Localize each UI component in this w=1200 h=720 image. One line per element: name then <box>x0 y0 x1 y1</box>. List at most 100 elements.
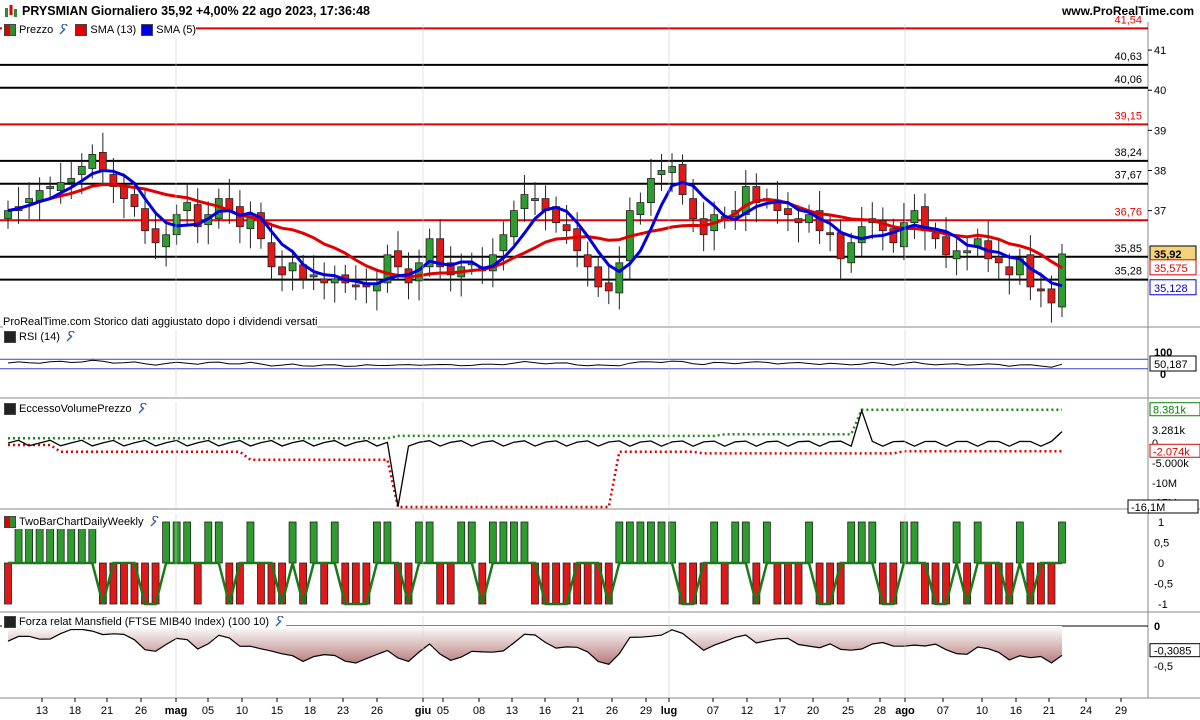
twobar-up-bar <box>615 521 624 564</box>
candle <box>604 282 613 292</box>
hline-label-8: 35,28 <box>1114 266 1142 278</box>
candle <box>952 250 961 260</box>
twobar-up-bar <box>710 521 719 564</box>
twobar-up-bar <box>425 521 434 564</box>
twobar-down-bar <box>784 562 792 605</box>
twobar-up-bar <box>1015 521 1024 564</box>
twobar-up-bar <box>467 521 476 564</box>
twobar-tick-4: -1 <box>1158 599 1168 611</box>
candle <box>963 250 972 254</box>
twobar-up-bar <box>847 521 856 564</box>
twobar-down-bar <box>193 562 202 605</box>
wrench-icon[interactable] <box>58 24 70 36</box>
x-tick-label: 13 <box>36 705 48 717</box>
price-badge-label-2: 35,128 <box>1154 283 1188 295</box>
twobar-up-bar <box>952 521 961 564</box>
hline-label-6: 36,76 <box>1114 206 1142 218</box>
candle <box>183 202 192 212</box>
rsi-value-label: 50,187 <box>1154 359 1188 371</box>
twobar-down-bar <box>436 562 445 605</box>
volume-legend: EccessoVolumePrezzo <box>2 402 149 416</box>
hline-label-7: 35,85 <box>1114 243 1142 255</box>
x-tick-label: 17 <box>774 705 786 717</box>
twobar-up-bar <box>731 521 740 564</box>
legend-sma5: SMA (5) <box>156 24 197 37</box>
wrench-icon[interactable] <box>137 403 149 415</box>
candle <box>35 190 44 201</box>
twobar-up-bar <box>900 521 908 564</box>
twobar-up-bar <box>910 521 919 564</box>
chart-canvas: 41,54 40,63 40,06 39,15 38,24 37,67 36,76 35,85… <box>0 14 1200 717</box>
twobar-down-bar <box>794 562 803 605</box>
sma13-swatch-icon <box>75 24 88 37</box>
candle <box>267 242 276 268</box>
candle <box>77 166 86 175</box>
twobar-down-bar <box>720 562 729 605</box>
x-tick-label: 28 <box>874 705 886 717</box>
price-tick-label: 37 <box>1154 206 1166 218</box>
twobar-tick-3: -0,5 <box>1154 579 1173 591</box>
wrench-icon[interactable] <box>65 331 77 343</box>
wrench-icon[interactable] <box>149 516 161 528</box>
x-tick-label: 21 <box>1043 705 1055 717</box>
candle <box>1047 288 1056 304</box>
x-tick-label: 20 <box>807 705 819 717</box>
twobar-up-bar <box>162 521 171 564</box>
candle <box>1005 266 1014 276</box>
twobar-up-bar <box>868 521 877 564</box>
x-tick-label: 24 <box>1080 705 1092 717</box>
twobar-up-bar <box>857 521 866 564</box>
candle <box>25 198 33 204</box>
legend-twobar: TwoBarChartDailyWeekly <box>19 516 144 529</box>
hline-label-5: 37,67 <box>1114 170 1142 182</box>
candle <box>1037 288 1045 292</box>
candle <box>67 178 76 183</box>
x-tick-label: 25 <box>842 705 854 717</box>
mansfield-swatch-icon <box>4 616 16 629</box>
x-tick-label: 26 <box>135 705 147 717</box>
twobar-up-bar <box>383 521 392 564</box>
volume-tick-0: 3.281k <box>1152 425 1186 437</box>
price-tick-label: 39 <box>1154 125 1166 137</box>
candle <box>278 266 286 276</box>
candle <box>130 194 139 208</box>
candle <box>931 232 940 240</box>
candle <box>288 262 297 272</box>
candle <box>647 178 655 204</box>
rsi-line <box>7 359 1063 368</box>
price-tick-label: 38 <box>1154 165 1166 177</box>
candle <box>1058 253 1066 308</box>
candle <box>4 210 12 220</box>
hline-label-2: 40,06 <box>1114 74 1142 86</box>
x-tick-label: ago <box>895 705 915 717</box>
x-tick-label: 05 <box>202 705 214 717</box>
price-badge-label-1: 35,575 <box>1154 263 1188 275</box>
candle <box>141 208 149 232</box>
x-tick-label: lug <box>661 705 678 717</box>
twobar-up-bar <box>330 521 339 564</box>
twobar-up-bar <box>647 521 655 564</box>
x-tick-label: 13 <box>506 705 518 717</box>
price-swatch-icon <box>4 24 16 37</box>
candle <box>784 208 792 216</box>
candle <box>88 154 97 169</box>
x-tick-label: 21 <box>572 705 584 717</box>
candle <box>678 164 687 195</box>
x-tick-label: giu <box>415 705 432 717</box>
x-tick-label: 26 <box>606 705 618 717</box>
mansfield-legend: Forza relat Mansfield (FTSE MIB40 Index)… <box>2 615 287 629</box>
wrench-icon[interactable] <box>274 616 286 628</box>
twobar-down-bar <box>583 562 592 605</box>
candle <box>562 224 571 232</box>
twobar-up-bar <box>636 521 645 564</box>
twobar-up-bar <box>415 521 423 564</box>
candle <box>531 198 539 201</box>
twobar-up-bar <box>762 521 771 564</box>
volume-badge-label-2: -16,1M <box>1131 502 1165 514</box>
legend-price: Prezzo <box>19 24 54 37</box>
candle <box>636 202 645 216</box>
twobar-up-bar <box>1058 521 1066 564</box>
candle <box>151 228 160 244</box>
x-tick-label: 15 <box>271 705 283 717</box>
twobar-tick-2: 0 <box>1158 558 1164 570</box>
